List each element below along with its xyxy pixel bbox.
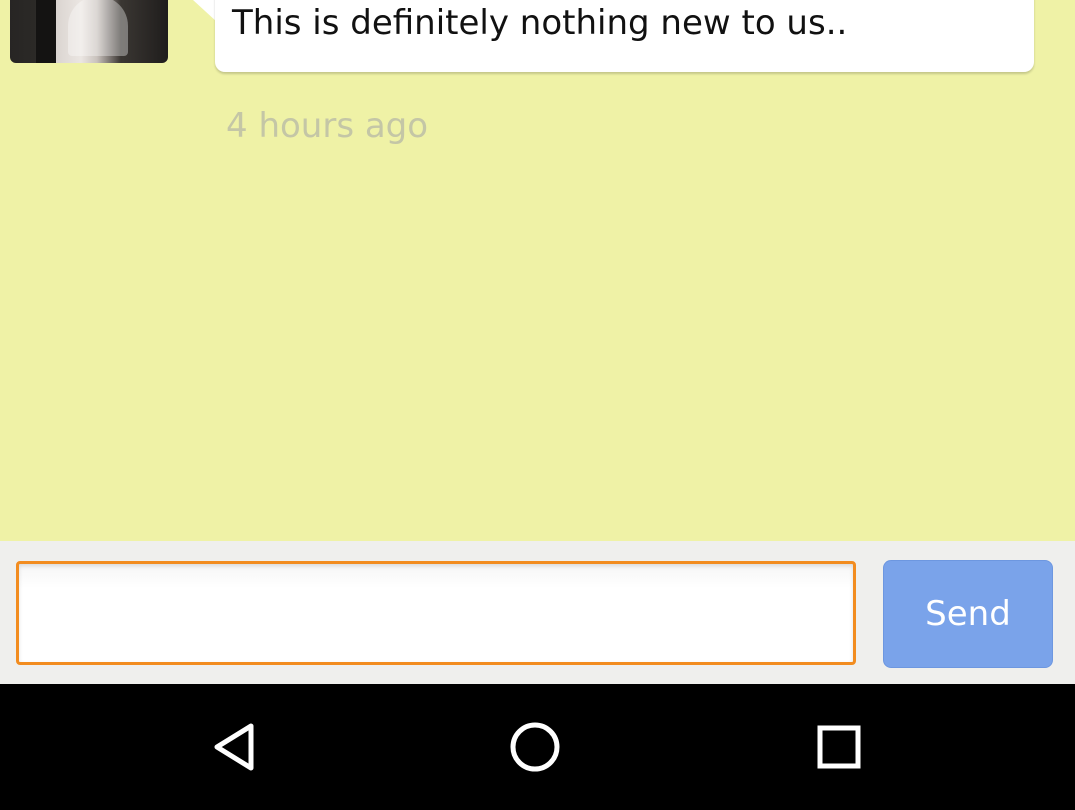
message-text: This is definitely nothing new to us.. — [232, 3, 848, 43]
recent-apps-square-icon — [817, 725, 861, 769]
system-navigation-bar — [0, 684, 1075, 810]
home-circle-icon — [510, 722, 560, 772]
chat-area: This is definitely nothing new to us.. 4… — [0, 0, 1075, 541]
message-timestamp: 4 hours ago — [226, 106, 429, 146]
home-button[interactable] — [505, 717, 565, 777]
message-composer: Send — [0, 541, 1075, 684]
avatar-shadow — [36, 0, 56, 63]
message-bubble: This is definitely nothing new to us.. — [215, 0, 1034, 72]
avatar-highlight — [68, 0, 128, 56]
back-triangle-icon — [214, 723, 254, 771]
send-button[interactable]: Send — [883, 560, 1053, 668]
message-bubble-tail — [193, 0, 217, 22]
back-button[interactable] — [205, 717, 265, 777]
avatar[interactable] — [10, 0, 168, 63]
recent-apps-button[interactable] — [809, 717, 869, 777]
message-input[interactable] — [16, 561, 856, 665]
